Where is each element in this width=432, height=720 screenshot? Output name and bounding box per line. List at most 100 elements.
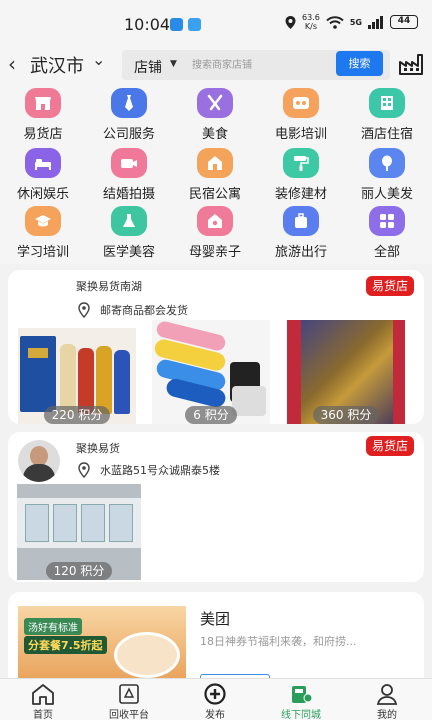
category-item[interactable]: 旅游出行 xyxy=(258,206,344,260)
tab-label: 首页 xyxy=(33,710,53,720)
search-input[interactable] xyxy=(192,54,334,76)
store-card[interactable]: 聚换易货南湖 易货店 邮寄商品都会发货 220 积分 6 积分 360 积分 xyxy=(8,270,424,424)
category-label: 结婚拍摄 xyxy=(102,187,155,202)
paint-roller-icon xyxy=(283,148,319,178)
store-address: 邮寄商品都会发货 xyxy=(100,304,188,317)
tab-label: 回收平台 xyxy=(109,710,149,720)
tab-recycle[interactable]: 回收平台 xyxy=(86,679,172,720)
recycle-icon xyxy=(119,684,139,704)
promo-banner: 汤好有标准 xyxy=(24,618,82,635)
camera-icon xyxy=(111,148,147,178)
product-thumbnail[interactable]: 220 积分 xyxy=(18,328,136,424)
category-label: 旅游出行 xyxy=(274,245,327,260)
promo-title: 美团 xyxy=(200,610,231,628)
notification-icon xyxy=(170,18,183,31)
category-label: 丽人美发 xyxy=(360,187,413,202)
product-thumbnail[interactable]: 120 积分 xyxy=(17,484,141,580)
store-badge: 易货店 xyxy=(365,436,414,456)
points-label: 220 积分 xyxy=(18,406,136,424)
category-item[interactable]: 易货店 xyxy=(0,88,86,142)
category-item[interactable]: 电影培训 xyxy=(258,88,344,142)
location-pin-icon xyxy=(78,462,90,478)
category-item[interactable]: 酒店住宿 xyxy=(344,88,430,142)
signal-icon xyxy=(368,15,383,29)
category-label: 休闲娱乐 xyxy=(16,187,69,202)
wifi-icon xyxy=(326,15,344,29)
points-label: 360 积分 xyxy=(287,406,405,424)
meituan-promo-card[interactable]: 汤好有标准 分套餐7.5折起 美团 18日神券节福利来袭，和府捞... xyxy=(8,592,424,682)
status-indicators: 63.6 K/s 5G 44 xyxy=(285,13,418,31)
chevron-down-icon[interactable]: ⌄ xyxy=(92,50,105,69)
tab-label: 线下同城 xyxy=(281,710,321,720)
category-item[interactable]: 美食 xyxy=(172,88,258,142)
tab-publish[interactable]: 发布 xyxy=(172,679,258,720)
category-item[interactable]: 民宿公寓 xyxy=(172,148,258,202)
house-icon xyxy=(197,148,233,178)
category-item[interactable]: 全部 xyxy=(344,206,430,260)
factory-icon[interactable] xyxy=(398,52,424,76)
caret-down-icon[interactable]: ▼ xyxy=(170,59,177,69)
network-type: 5G xyxy=(349,17,362,27)
bed-icon xyxy=(25,148,61,178)
promo-subtitle: 18日神券节福利来袭，和府捞... xyxy=(200,635,357,648)
product-thumbnail[interactable]: 6 积分 xyxy=(152,320,270,424)
store-card[interactable]: 聚换易货 易货店 水蓝路51号众诚鼎泰5楼 120 积分 xyxy=(8,432,424,582)
points-value: 360 积分 xyxy=(312,406,380,424)
search-type-selector[interactable]: 店铺 xyxy=(134,57,162,77)
store-name: 聚换易货 xyxy=(76,442,120,455)
points-label: 6 积分 xyxy=(152,406,270,424)
search-button[interactable]: 搜索 xyxy=(336,51,383,76)
category-label: 母婴亲子 xyxy=(188,245,241,260)
back-icon[interactable]: ‹ xyxy=(8,52,16,76)
tab-offline-local[interactable]: 线下同城 xyxy=(258,679,344,720)
category-item[interactable]: 休闲娱乐 xyxy=(0,148,86,202)
category-item[interactable]: 结婚拍摄 xyxy=(86,148,172,202)
store-badge: 易货店 xyxy=(365,276,414,296)
category-item[interactable]: 医学美容 xyxy=(86,206,172,260)
category-label: 美食 xyxy=(201,127,228,142)
tab-label: 我的 xyxy=(377,710,397,720)
store-pin-icon xyxy=(292,686,313,703)
graduation-icon xyxy=(25,206,61,236)
category-label: 电影培训 xyxy=(274,127,327,142)
store-address: 水蓝路51号众诚鼎泰5楼 xyxy=(100,464,220,477)
category-label: 民宿公寓 xyxy=(188,187,241,202)
category-item[interactable]: 母婴亲子 xyxy=(172,206,258,260)
tab-home[interactable]: 首页 xyxy=(0,679,86,720)
net-speed: 63.6 K/s xyxy=(302,13,320,31)
net-speed-value: 63.6 xyxy=(302,13,320,22)
net-speed-unit: K/s xyxy=(304,22,317,31)
tab-label: 发布 xyxy=(205,710,225,720)
location-pin-icon xyxy=(78,302,90,318)
utensils-icon xyxy=(197,88,233,118)
category-grid: 易货店 公司服务 美食 电影培训 酒店住宿 休闲娱乐 结婚拍摄 民宿公寓 装修建… xyxy=(0,84,432,264)
category-label: 全部 xyxy=(373,245,400,260)
promo-discount: 分套餐7.5折起 xyxy=(24,636,107,654)
status-bar: 10:04 63.6 K/s 5G 44 xyxy=(0,0,432,46)
points-value: 220 积分 xyxy=(43,406,111,424)
city-selector[interactable]: 武汉市 xyxy=(30,52,84,78)
mirror-icon xyxy=(369,148,405,178)
category-item[interactable]: 丽人美发 xyxy=(344,148,430,202)
category-label: 医学美容 xyxy=(102,245,155,260)
location-icon xyxy=(285,15,296,29)
category-label: 易货店 xyxy=(23,127,63,142)
suitcase-icon xyxy=(283,206,319,236)
bottom-tab-bar: 首页 回收平台 发布 线下同城 我的 xyxy=(0,678,432,720)
points-value: 120 积分 xyxy=(45,562,113,580)
home-icon xyxy=(32,684,54,705)
category-item[interactable]: 公司服务 xyxy=(86,88,172,142)
product-thumbnail[interactable]: 360 积分 xyxy=(287,320,405,424)
tab-mine[interactable]: 我的 xyxy=(344,679,430,720)
shop-icon xyxy=(25,88,61,118)
tie-icon xyxy=(111,88,147,118)
promo-image: 汤好有标准 分套餐7.5折起 xyxy=(18,606,186,682)
grid-icon xyxy=(369,206,405,236)
points-label: 120 积分 xyxy=(17,562,141,580)
message-icon xyxy=(188,18,201,31)
category-label: 学习培训 xyxy=(16,245,69,260)
points-value: 6 积分 xyxy=(185,406,237,424)
category-item[interactable]: 学习培训 xyxy=(0,206,86,260)
category-item[interactable]: 装修建材 xyxy=(258,148,344,202)
hotel-icon xyxy=(369,88,405,118)
